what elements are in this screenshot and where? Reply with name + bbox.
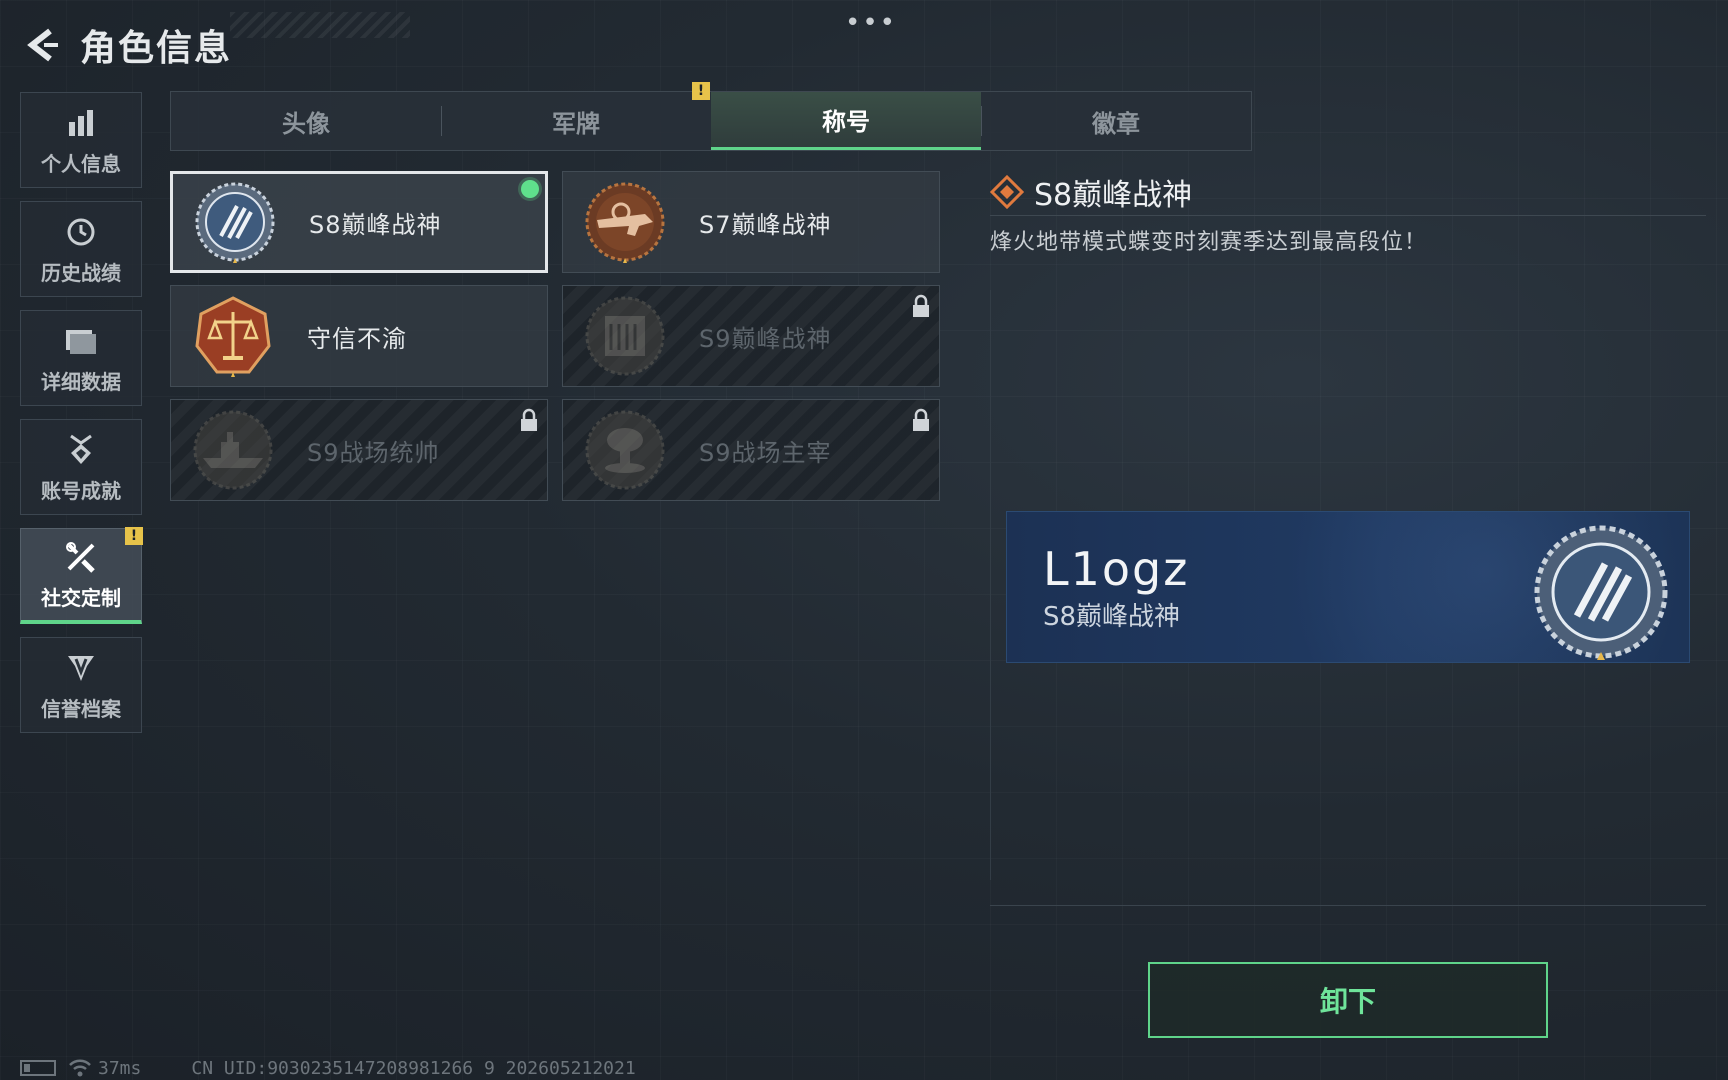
title-name: S9战场主宰: [699, 438, 832, 467]
tab-dogtag[interactable]: 军牌: [441, 92, 711, 150]
title-card-keep-faith[interactable]: 守信不渝: [170, 285, 548, 387]
sidebar: 个人信息 历史战绩 详细数据 账号成就 ! 社交定制 信誉档案: [20, 92, 144, 746]
page-title: 角色信息: [80, 28, 233, 69]
sidebar-item-details[interactable]: 详细数据: [20, 310, 142, 406]
tab-avatar[interactable]: 头像: [171, 92, 441, 150]
lock-icon: [913, 408, 929, 431]
more-menu-button[interactable]: •••: [845, 8, 897, 38]
page-header: 角色信息: [20, 20, 232, 70]
back-arrow-icon: [27, 28, 58, 62]
equipped-indicator: [521, 180, 539, 198]
rifle-emblem-icon: [585, 182, 665, 263]
tab-insignia[interactable]: 徽章: [981, 92, 1251, 150]
preview-title: S8巅峰战神: [1043, 602, 1181, 632]
preview-username: L1ogz: [1043, 542, 1190, 596]
sidebar-item-credit[interactable]: 信誉档案: [20, 637, 142, 733]
title-card-s7-peak[interactable]: S7巅峰战神: [562, 171, 940, 273]
wreath-emblem-icon: [1534, 525, 1668, 660]
history-clock-icon: [65, 213, 97, 251]
mushroom-cloud-emblem-icon: [585, 410, 665, 490]
title-name: S7巅峰战神: [699, 210, 832, 239]
lock-icon: [913, 294, 929, 317]
detail-divider: [990, 215, 1706, 216]
wifi-icon: [69, 1059, 91, 1077]
warship-emblem-icon: [193, 410, 273, 490]
title-name: S9巅峰战神: [699, 324, 832, 353]
title-name: S8巅峰战神: [309, 210, 442, 239]
nameplate-preview: L1ogz S8巅峰战神: [1006, 511, 1690, 663]
sidebar-item-history[interactable]: 历史战绩: [20, 201, 142, 297]
title-diamond-icon: [990, 175, 1024, 209]
sidebar-item-profile[interactable]: 个人信息: [20, 92, 142, 188]
bar-chart-icon: [66, 104, 96, 142]
status-bar: 37ms CN UID:9030235147208981266 9 202605…: [20, 1056, 636, 1080]
sidebar-item-label: 历史战绩: [41, 260, 121, 285]
scales-emblem-icon: [195, 296, 271, 377]
achievement-medal-icon: [66, 431, 96, 469]
ping-value: 37ms: [98, 1057, 142, 1079]
uid-text: CN UID:9030235147208981266 9 20260521202…: [191, 1057, 636, 1079]
detail-description: 烽火地带模式蝶变时刻赛季达到最高段位！: [990, 230, 1428, 255]
title-name: S9战场统帅: [307, 438, 440, 467]
shield-badge-icon: [65, 649, 97, 687]
detail-bottom-line: [990, 905, 1706, 906]
back-button[interactable]: [20, 23, 64, 67]
wreath-emblem-icon: [195, 182, 275, 263]
lock-icon: [521, 408, 537, 431]
tab-notice-badge: !: [692, 82, 710, 100]
title-decoration: [230, 12, 410, 38]
sidebar-item-label: 个人信息: [41, 151, 121, 176]
battery-icon: [20, 1060, 56, 1076]
sidebar-item-label: 社交定制: [41, 586, 121, 610]
building-emblem-icon: [585, 296, 665, 376]
tab-bar: 头像 军牌 称号 徽章: [170, 91, 1252, 151]
title-card-s9-commander[interactable]: S9战场统帅: [170, 399, 548, 501]
title-name: 守信不渝: [307, 324, 407, 353]
sidebar-item-achievements[interactable]: 账号成就: [20, 419, 142, 515]
sidebar-item-label: 详细数据: [41, 369, 121, 394]
tab-title[interactable]: 称号: [711, 92, 981, 150]
unequip-button[interactable]: 卸下: [1148, 962, 1548, 1038]
detail-header: S8巅峰战神: [990, 170, 1192, 214]
title-card-s8-peak[interactable]: S8巅峰战神: [170, 171, 548, 273]
detail-title: S8巅峰战神: [1034, 178, 1193, 213]
tools-icon: [64, 538, 98, 576]
title-grid: S8巅峰战神 S7巅峰战神 守信不渝 S9巅峰战神 S9战场统帅 S9战场主宰: [170, 171, 940, 501]
title-card-s9-dominator[interactable]: S9战场主宰: [562, 399, 940, 501]
sidebar-item-social-custom[interactable]: ! 社交定制: [20, 527, 143, 624]
notice-badge: !: [125, 527, 143, 545]
folder-icon: [64, 322, 98, 360]
sidebar-item-label: 账号成就: [41, 478, 121, 503]
sidebar-item-label: 信誉档案: [41, 696, 121, 721]
title-card-s9-peak[interactable]: S9巅峰战神: [562, 285, 940, 387]
